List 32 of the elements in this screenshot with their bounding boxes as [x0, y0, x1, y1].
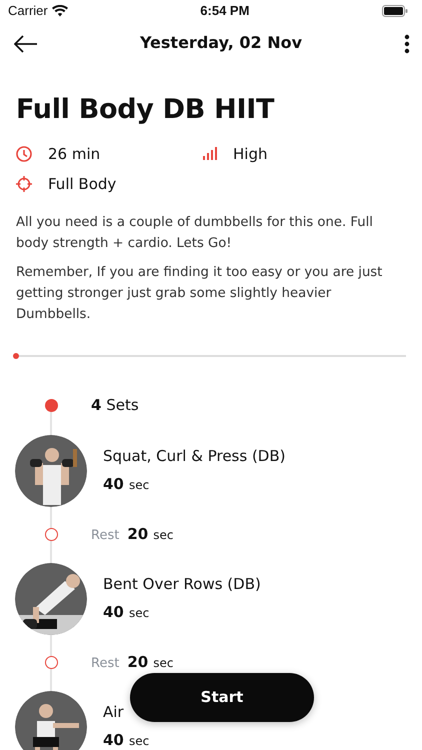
progress-thumb[interactable]	[13, 352, 19, 358]
exercise-duration: 40 sec	[103, 475, 150, 494]
clock-icon	[16, 146, 32, 162]
rest-marker	[44, 528, 58, 541]
signal-bars-icon	[203, 147, 217, 160]
status-time: 6:54 PM	[199, 2, 250, 20]
intensity-text: High	[233, 144, 268, 164]
crosshair-icon	[16, 176, 32, 192]
set-marker	[44, 399, 58, 412]
description-text: Remember, If you are finding it too easy or you are just getting stronger just grab some slightly heavier Dumbbells.	[16, 264, 384, 324]
focus-text: Full Body	[48, 174, 116, 195]
battery-icon	[382, 5, 408, 17]
exercise-duration: 40 sec	[103, 603, 150, 622]
rest-duration: 20 sec	[127, 526, 174, 542]
description-text: All you need is a couple of dumbbells for this one. Full body strength + cardio. Lets Go!	[16, 214, 374, 252]
wifi-icon	[52, 5, 68, 17]
rest-duration: 20 sec	[127, 654, 174, 670]
duration-text: 26 min	[48, 144, 100, 164]
exercise-name[interactable]: Bent Over Rows (DB)	[103, 575, 261, 593]
start-button[interactable]: Start	[130, 673, 314, 722]
workout-title: Full Body DB HIIT	[16, 93, 276, 127]
exercise-name[interactable]: Squat, Curl & Press (DB)	[103, 447, 286, 465]
header-title: Yesterday, 02 Nov	[140, 32, 302, 54]
carrier-name: Carrier	[8, 2, 48, 20]
rest-label: Rest	[91, 656, 120, 670]
more-icon	[404, 34, 410, 54]
back-arrow-icon	[14, 34, 38, 53]
rest-marker	[44, 656, 58, 669]
rest-label: Rest	[91, 528, 120, 542]
sets-label: 4 Sets	[91, 395, 139, 416]
exercise-duration: 40 sec	[103, 731, 150, 750]
exercise-name[interactable]: Air	[103, 703, 124, 721]
